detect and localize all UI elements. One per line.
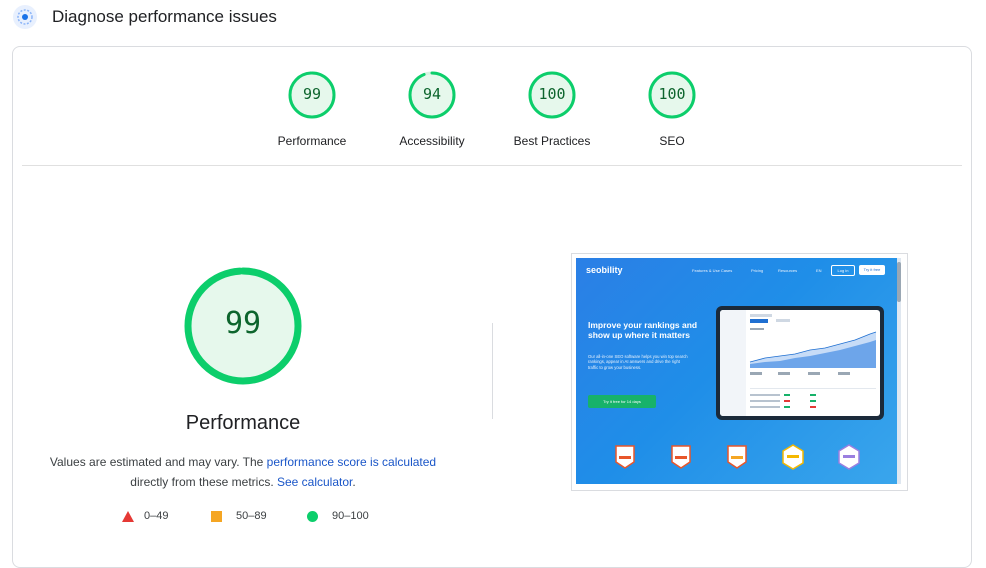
gauge-seo[interactable]: 100 SEO [602,70,742,148]
award-badge-icon [782,444,804,470]
dashboard-mockup [720,310,880,416]
vertical-divider [492,323,493,419]
site-nav-item: EN [816,268,822,273]
gauge-label: SEO [659,134,685,148]
gauge-label: Accessibility [399,134,465,148]
gauge-score: 100 [538,85,566,103]
score-calculation-link[interactable]: performance score is calculated [267,455,436,469]
performance-score-large: 99 [224,306,262,341]
score-note: Values are estimated and may vary. The p… [40,452,446,492]
site-trial-button: Try it free [859,265,885,275]
fail-triangle-icon [122,510,134,522]
site-nav-item: Pricing [751,268,764,273]
see-calculator-link[interactable]: See calculator [277,475,352,489]
gauge-performance[interactable]: 99 Performance [242,70,382,148]
site-logo: seobility [586,265,623,275]
note-text: Values are estimated and may vary. The [49,455,267,469]
gauge-best-practices[interactable]: 100 Best Practices [482,70,622,148]
legend-range: 0–49 [144,510,169,522]
category-gauges: 99 Performance 94 Accessibility 100 Best… [0,70,986,150]
site-login-button: Log in [831,265,855,276]
performance-dot-icon [13,5,37,29]
divider [22,165,962,166]
legend-pass: 90–100 [307,510,369,522]
section-title: Diagnose performance issues [52,7,277,26]
screenshot-scrollbar [897,258,901,484]
award-badge-icon [727,445,747,469]
performance-title: Performance [185,412,301,434]
legend-fail: 0–49 [122,510,168,522]
note-text: . [352,475,356,489]
note-text: directly from these metrics. [130,475,277,489]
site-cta-button: Try it free for 14 days [588,395,656,408]
award-badge-icon [615,445,635,469]
legend-average: 50–89 [211,510,267,522]
tablet-mockup [716,306,884,420]
site-nav-item: Features & Use Cases [692,268,733,273]
site-nav-item: Resources [778,268,798,273]
page-screenshot: seobility Features & Use Cases Pricing R… [576,258,901,484]
site-headline: Improve your rankings and show up where … [588,320,698,340]
gauge-label: Best Practices [513,134,591,148]
site-body-text: Our all-in-one SEO software helps you wi… [588,354,688,370]
average-square-icon [211,510,222,522]
legend-range: 90–100 [332,510,369,522]
award-badge-icon [838,444,860,470]
pass-circle-icon [307,510,318,522]
gauge-score: 94 [422,85,442,103]
gauge-label: Performance [277,134,347,148]
section-header: Diagnose performance issues [0,0,986,38]
gauge-score: 99 [302,85,322,103]
legend-range: 50–89 [236,510,267,522]
dashboard-chart-graphic [749,314,877,408]
award-badge-icon [671,445,691,469]
gauge-score: 100 [658,85,686,103]
gauge-accessibility[interactable]: 94 Accessibility [362,70,502,148]
